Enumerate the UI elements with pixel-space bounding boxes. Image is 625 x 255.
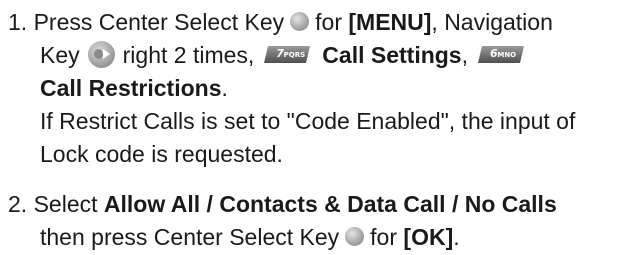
step-1-line-5: Lock code is requested. — [40, 141, 283, 167]
step-1-line-3: Call Restrictions. — [8, 72, 620, 105]
step-text: Select — [33, 191, 98, 217]
step-2: 2. Select Allow All / Contacts & Data Ca… — [8, 188, 620, 254]
center-select-key-icon — [290, 12, 310, 32]
step-text: Key — [40, 42, 80, 68]
center-select-key-icon — [345, 227, 365, 247]
step-text: then press Center Select Key — [40, 224, 340, 250]
instruction-document: 1. Press Center Select Key for [MENU], Na… — [0, 0, 625, 255]
ok-key-label: [OK] — [403, 224, 454, 250]
navigation-key-right-icon — [87, 41, 115, 69]
step-1-line-1: 1. Press Center Select Key for [MENU], Na… — [8, 6, 620, 39]
step-2-line-2: then press Center Select Key for [OK]. — [8, 221, 620, 254]
call-settings-label: Call Settings — [322, 42, 462, 68]
step-1-line-2: Key right 2 times, 7PQRS Call Settings, 6MNO — [8, 39, 620, 72]
step-text: Press Center Select Key — [33, 9, 285, 35]
options-label: Allow All / Contacts & Data Call / No Ca… — [103, 191, 557, 217]
key-letters: MNO — [497, 51, 517, 60]
step-text: , — [461, 42, 468, 68]
step-text: for — [370, 224, 398, 250]
step-1: 1. Press Center Select Key for [MENU], Na… — [8, 6, 620, 171]
step-2-line-1: 2. Select Allow All / Contacts & Data Ca… — [8, 188, 620, 221]
key-7-pqrs-icon: 7PQRS — [262, 45, 312, 64]
key-letters: PQRS — [283, 51, 306, 60]
call-restrictions-label: Call Restrictions — [40, 75, 222, 101]
step-number: 2. — [8, 191, 28, 217]
step-text: . — [453, 224, 460, 250]
key-6-mno-icon: 6MNO — [476, 45, 526, 64]
step-text: right 2 times, — [122, 42, 255, 68]
menu-key-label: [MENU] — [348, 9, 432, 35]
step-number: 1. — [8, 9, 28, 35]
step-1-line-4: If Restrict Calls is set to "Code Enable… — [40, 108, 576, 134]
step-text: for — [315, 9, 342, 35]
key-digit: 7 — [276, 47, 284, 61]
step-text: , Navigation — [431, 9, 553, 35]
step-text: . — [221, 75, 228, 101]
